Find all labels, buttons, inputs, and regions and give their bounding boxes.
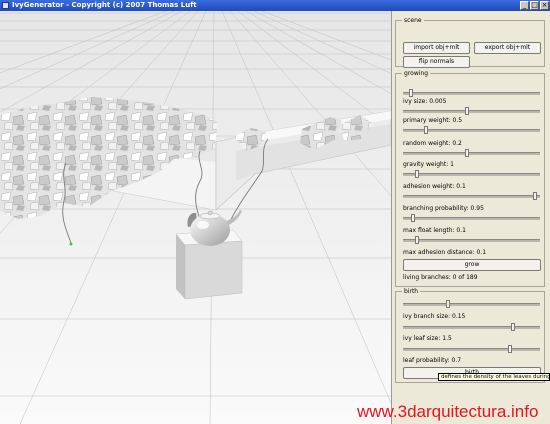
slider-thumb[interactable] [465, 107, 470, 115]
random-weight-label: random weight: 0.2 [403, 140, 462, 147]
app-icon [2, 2, 9, 9]
slider-thumb[interactable] [446, 300, 451, 308]
branching-probability-slider[interactable] [403, 214, 540, 222]
birth-slider-0[interactable] [403, 300, 540, 308]
slider-thumb[interactable] [507, 345, 512, 353]
primary-weight-label: primary weight: 0.5 [403, 117, 463, 124]
adhesion-weight-label: adhesion weight: 0.1 [403, 183, 466, 190]
adhesion-weight-slider[interactable] [403, 192, 540, 200]
max-adhesion-distance-label: max adhesion distance: 0.1 [403, 249, 487, 256]
control-panel: scene import obj+mlt export obj+mlt flip… [391, 11, 550, 424]
max-float-length-slider[interactable] [403, 236, 540, 244]
slider-track [403, 348, 540, 351]
ivy-scene [0, 11, 391, 424]
slider-track [403, 303, 540, 306]
close-button[interactable]: × [540, 1, 549, 10]
ivy-generator-window: IvyGenerator - Copyright (c) 2007 Thomas… [0, 0, 550, 424]
import-obj-button[interactable]: import obj+mlt [403, 42, 470, 54]
ivy-leaf-size-label: ivy leaf size: 1.5 [403, 335, 452, 342]
grow-button[interactable]: grow [403, 259, 541, 271]
minimize-button[interactable]: _ [520, 1, 529, 10]
birth-group-title: birth [402, 288, 421, 295]
branching-probability-label: branching probability: 0.95 [403, 205, 484, 212]
slider-track [403, 217, 540, 220]
title-bar[interactable]: IvyGenerator - Copyright (c) 2007 Thomas… [0, 0, 550, 11]
slider-thumb[interactable] [409, 89, 414, 97]
ivy-size-label: ivy size: 0.005 [403, 98, 447, 105]
maximize-button[interactable]: □ [530, 1, 539, 10]
slider-thumb[interactable] [532, 192, 537, 200]
ivy-branch-size-label: ivy branch size: 0.15 [403, 313, 466, 320]
gravity-weight-slider[interactable] [403, 170, 540, 178]
slider-track [403, 239, 540, 242]
living-branches-text: living branches: 0 of 189 [403, 274, 478, 281]
growing-group-title: growing [402, 70, 430, 77]
scene-group: scene import obj+mlt export obj+mlt flip… [395, 17, 545, 68]
scene-group-title: scene [402, 17, 424, 24]
slider-track [403, 173, 540, 176]
slider-track [403, 92, 540, 95]
slider-track [403, 110, 540, 113]
slider-thumb[interactable] [414, 236, 419, 244]
primary-weight-slider[interactable] [403, 126, 540, 134]
ivy-leaf-size-slider[interactable] [403, 345, 540, 353]
watermark-text: www.3darquitectura.info [357, 402, 539, 421]
3d-viewport[interactable] [0, 11, 391, 424]
export-obj-button[interactable]: export obj+mlt [474, 42, 541, 54]
birth-group: birth ivy branch size: 0.15 ivy leaf siz… [395, 288, 545, 383]
slider-track [403, 195, 540, 198]
slider-thumb[interactable] [410, 214, 415, 222]
slider-thumb[interactable] [510, 323, 515, 331]
growing-group: growing ivy size: 0.005 primary weight: … [395, 70, 545, 287]
gravity-weight-label: gravity weight: 1 [403, 161, 454, 168]
slider-thumb[interactable] [414, 170, 419, 178]
ivy-seed-point [69, 242, 73, 246]
random-weight-slider[interactable] [403, 149, 540, 157]
leaf-probability-tooltip: defines the density of the leaves during… [438, 373, 550, 381]
flip-normals-button[interactable]: flip normals [403, 56, 470, 68]
max-float-length-label: max float length: 0.1 [403, 227, 466, 234]
leaf-probability-label: leaf probability: 0.7 [403, 357, 462, 364]
slider-thumb[interactable] [424, 126, 429, 134]
slider-thumb[interactable] [465, 149, 470, 157]
grow-slider-0[interactable] [403, 89, 540, 97]
ivy-size-slider[interactable] [403, 107, 540, 115]
window-title: IvyGenerator - Copyright (c) 2007 Thomas… [12, 1, 197, 9]
slider-track [403, 152, 540, 155]
slider-track [403, 326, 540, 329]
ivy-branch-size-slider[interactable] [403, 323, 540, 331]
